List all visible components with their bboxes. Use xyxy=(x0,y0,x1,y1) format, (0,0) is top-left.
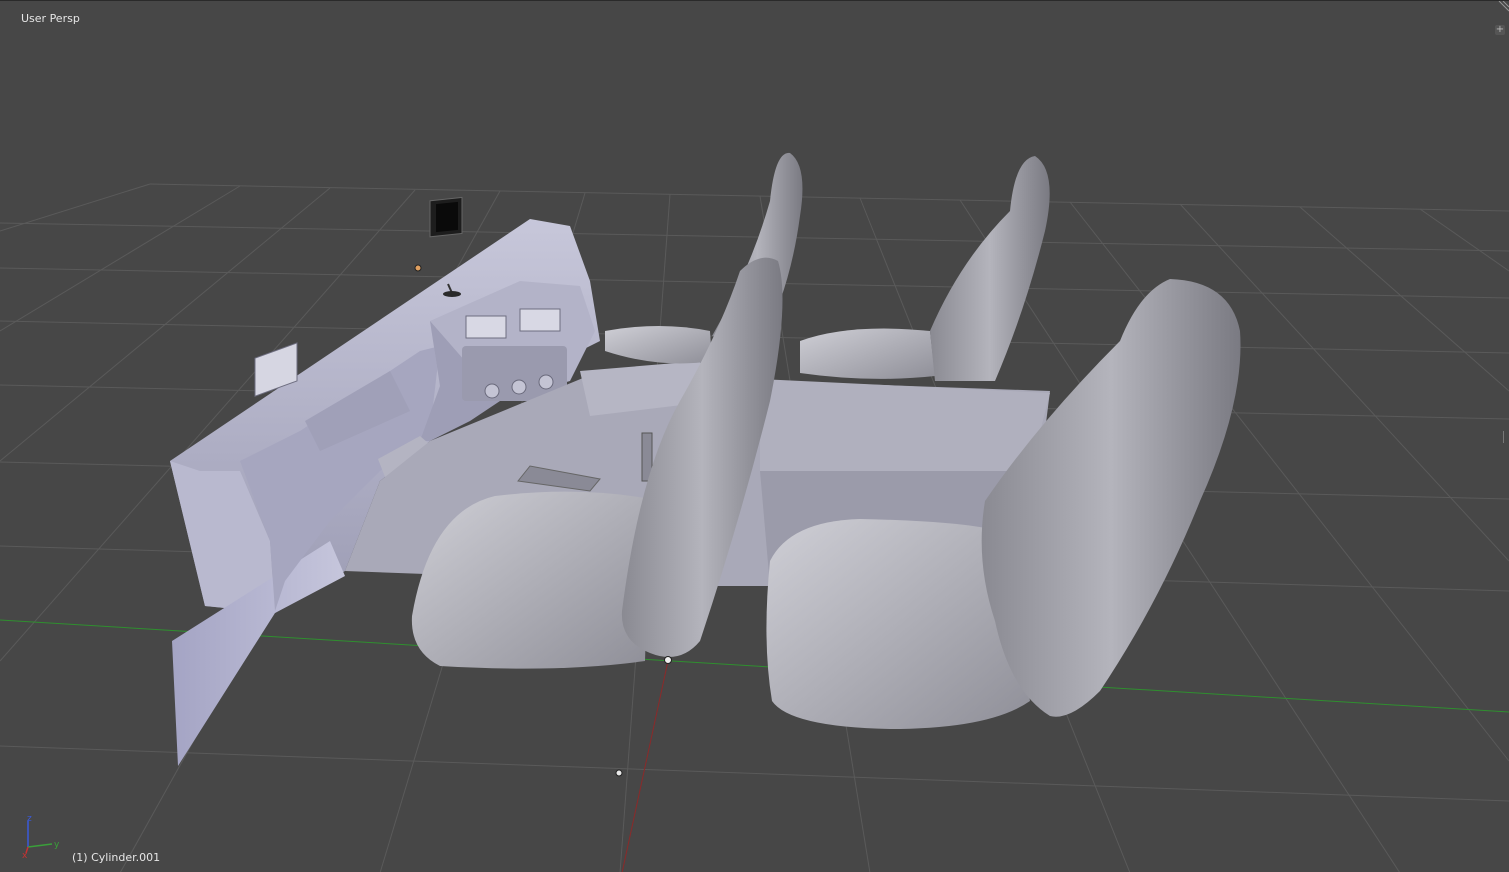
lamp-object[interactable] xyxy=(414,264,422,272)
plus-icon[interactable]: + xyxy=(1495,25,1505,35)
3d-viewport[interactable]: User Persp + z y x (1) Cylinder.001 xyxy=(0,0,1509,872)
y-axis-label: y xyxy=(54,840,60,850)
z-axis-label: z xyxy=(27,814,32,824)
x-axis-line xyxy=(621,660,669,872)
x-axis-label: x xyxy=(22,851,28,859)
view-label: User Persp xyxy=(21,12,80,25)
viewport-scene[interactable] xyxy=(0,1,1509,872)
properties-tab-handle[interactable] xyxy=(1503,431,1508,443)
camera-object[interactable] xyxy=(615,769,623,777)
corner-resize-icon[interactable] xyxy=(1497,1,1509,13)
rear-right-seat[interactable] xyxy=(800,156,1050,381)
active-object-label: (1) Cylinder.001 xyxy=(72,851,161,864)
axis-gizmo-icon: z y x xyxy=(22,814,60,859)
